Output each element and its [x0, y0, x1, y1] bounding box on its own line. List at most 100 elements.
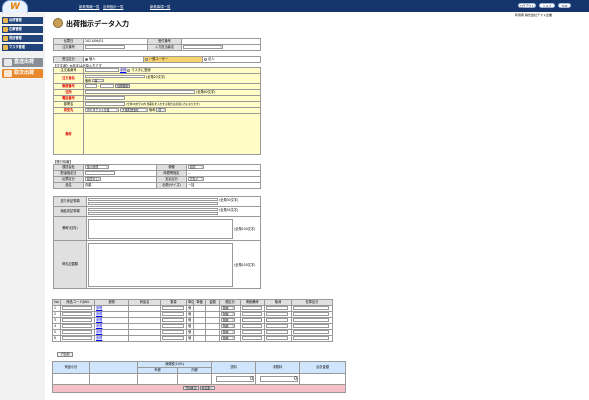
carrier-select[interactable]: 大阪配送会社 [120, 108, 149, 112]
line-note-input[interactable] [242, 330, 262, 334]
cancel-input[interactable] [266, 324, 288, 328]
product-code-input[interactable] [62, 318, 92, 322]
master-register-checkbox[interactable] [127, 68, 131, 72]
line-note-input[interactable] [242, 306, 262, 310]
payment-select[interactable]: 元払い [188, 177, 204, 181]
row-ref-link[interactable]: 参照 [96, 337, 102, 341]
zip2-input[interactable] [100, 84, 115, 88]
order-no-input[interactable] [85, 45, 125, 49]
logout-button[interactable]: ログアウト [518, 3, 536, 8]
product-code-input[interactable] [62, 336, 92, 340]
add-row-button[interactable]: 行追加 [57, 352, 74, 357]
zip1-input[interactable] [85, 84, 97, 88]
cancel-input[interactable] [266, 336, 288, 340]
tag-note-textarea[interactable] [88, 242, 233, 287]
address-search-button[interactable]: 住所検索 [115, 84, 131, 88]
qty-input[interactable] [162, 336, 184, 340]
nav-shipping-list[interactable]: 出荷指示一覧 [103, 4, 123, 9]
cancel-input[interactable] [266, 312, 288, 316]
product-code-input[interactable] [62, 306, 92, 310]
qty-input[interactable] [162, 312, 184, 316]
delivery-date-input[interactable] [85, 171, 115, 175]
staff-select[interactable] [183, 45, 223, 49]
consignee-honor-select[interactable]: 様 [156, 108, 167, 112]
grand-total-value [299, 373, 347, 385]
nav-notices[interactable]: 新着事項一覧 [150, 4, 170, 9]
row-no: 6 [52, 335, 61, 342]
qty-input[interactable] [162, 330, 184, 334]
handling-fee-input[interactable]: 0 [260, 376, 299, 382]
radio-corporate[interactable] [204, 57, 207, 61]
product-code-input[interactable] [62, 330, 92, 334]
cancel-input[interactable] [266, 306, 288, 310]
row-ref-link[interactable]: 参照 [96, 325, 102, 329]
delivery-note-input2[interactable] [88, 211, 218, 216]
sidebar-item-shipping[interactable]: 出荷管理 [2, 17, 43, 24]
line-note-input[interactable] [242, 312, 262, 316]
product-code-input[interactable] [62, 312, 92, 316]
stock-input[interactable] [293, 312, 329, 316]
orderer-name-label: 注文者名 [62, 76, 75, 80]
product-code-input[interactable] [62, 324, 92, 328]
cancel-input[interactable] [266, 318, 288, 322]
internal-note-label: 備考(社内) [53, 216, 87, 241]
stock-input[interactable] [293, 330, 329, 334]
row-ref-link[interactable]: 参照 [96, 307, 102, 311]
price-cell [193, 335, 206, 342]
line-note-input[interactable] [242, 324, 262, 328]
invoice-note-input2[interactable] [88, 201, 218, 206]
qty-input[interactable] [162, 324, 184, 328]
radio-general[interactable] [145, 57, 148, 61]
slip-type-select[interactable]: 指定なし [85, 177, 101, 181]
sidebar-item-dispatch[interactable]: 発送管理 [2, 35, 43, 42]
direct-ship-banner[interactable]: 直送出荷 [2, 58, 43, 67]
tax-select[interactable]: 税抜 [221, 324, 235, 328]
row-ref-link[interactable]: 参照 [96, 313, 102, 317]
opt-general[interactable]: 一般ユーザー [143, 56, 203, 63]
page-title: 出荷指示データ入力 [66, 20, 129, 28]
address-input[interactable] [85, 90, 195, 94]
back-button[interactable]: 前画面へ [199, 386, 215, 390]
folder-icon [3, 27, 8, 32]
tax-select[interactable]: 税抜 [221, 336, 235, 340]
qty-input[interactable] [162, 318, 184, 322]
tax-select[interactable]: 税抜 [221, 330, 235, 334]
top-button[interactable]: TOP [558, 3, 571, 8]
qty-input[interactable] [162, 306, 184, 310]
orderer-ref-link[interactable]: 参照 [120, 69, 126, 73]
opt-individual[interactable]: 個人 [83, 56, 144, 63]
shipping-fee-input[interactable]: 0 [216, 376, 255, 382]
stock-input[interactable] [293, 324, 329, 328]
service-select[interactable]: 指定 [188, 165, 204, 169]
carrier-company-select[interactable]: 佐川急便 [85, 165, 109, 169]
line-note-input[interactable] [242, 318, 262, 322]
row-ref-link[interactable]: 参照 [96, 331, 102, 335]
grand-total-label: 合計金額 [299, 361, 347, 374]
row-ref-link[interactable]: 参照 [96, 319, 102, 323]
tel-input[interactable] [85, 96, 125, 100]
cancel-input[interactable] [266, 330, 288, 334]
radio-individual[interactable] [85, 57, 88, 61]
line-note-input[interactable] [242, 336, 262, 340]
tax-select[interactable]: 税抜 [221, 306, 235, 310]
consignee-select[interactable]: ＷＥＢテスト企業 [85, 108, 119, 112]
agency-ship-banner[interactable]: 取次出荷 [2, 69, 43, 78]
consignee-label: 荷受先 [63, 108, 74, 113]
honor-select[interactable]: 様 [92, 78, 105, 83]
help-button[interactable]: ヘルプ [539, 3, 555, 8]
sidebar-item-inventory[interactable]: 在庫管理 [2, 26, 43, 33]
memo-area[interactable] [83, 113, 261, 155]
nav-news[interactable]: 新着情報一覧 [79, 4, 99, 9]
sidebar-item-master[interactable]: マスタ管理 [2, 44, 43, 51]
tax-select[interactable]: 税抜 [221, 312, 235, 316]
confirm-button[interactable]: 登録確認 [183, 386, 199, 390]
internal-note-textarea[interactable] [88, 218, 233, 239]
dept-input[interactable] [85, 102, 125, 106]
stock-input[interactable] [293, 306, 329, 310]
tax-select[interactable]: 税抜 [221, 318, 235, 322]
stock-input[interactable] [293, 318, 329, 322]
tax-excl-value [137, 373, 178, 385]
orderer-no-input[interactable] [85, 68, 119, 72]
stock-input[interactable] [293, 336, 329, 340]
opt-corporate[interactable]: 法人 [202, 56, 261, 63]
